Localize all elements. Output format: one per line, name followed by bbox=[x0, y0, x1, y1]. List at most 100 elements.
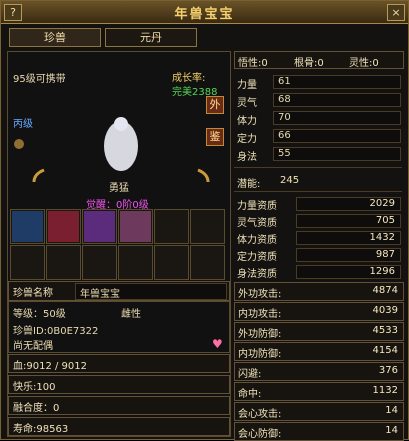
skill-slot-2[interactable] bbox=[46, 209, 81, 244]
attr-value-2: 68 bbox=[278, 94, 291, 105]
pet-name-input[interactable]: 年兽宝宝 bbox=[75, 283, 227, 300]
apt-value-3: 1432 bbox=[369, 232, 395, 243]
combat-label-7: 会心攻击: bbox=[238, 409, 282, 420]
pet-portrait bbox=[98, 112, 144, 180]
fusion-row: 融合度：0 bbox=[8, 396, 230, 415]
tab-pet[interactable]: 珍兽 bbox=[9, 28, 101, 47]
skill-slot-3[interactable] bbox=[82, 209, 117, 244]
lifespan-value: 寿命:98563 bbox=[13, 424, 69, 435]
attr-box-1: 61 bbox=[273, 75, 401, 89]
attr-box-4: 66 bbox=[273, 129, 401, 143]
happy-value: 快乐:100 bbox=[13, 382, 56, 393]
temperament: 勇猛 bbox=[109, 183, 129, 194]
combat-row-4: 内功防御: 4154 bbox=[234, 342, 404, 361]
combat-value-5: 376 bbox=[378, 365, 398, 376]
right-panel: 悟性:0 根骨:0 灵性:0 力量 61 灵气 68 体力 70 定力 66 身… bbox=[234, 51, 404, 441]
apt-value-2: 705 bbox=[375, 215, 395, 226]
skill-slot-12[interactable] bbox=[190, 245, 225, 280]
apt-box-3: 1432 bbox=[296, 231, 401, 245]
skill-slot-9[interactable] bbox=[82, 245, 117, 280]
attr-value-4: 66 bbox=[278, 130, 291, 141]
combat-row-8: 会心防御: 14 bbox=[234, 422, 404, 441]
hat-icon bbox=[14, 139, 24, 149]
attr-box-3: 70 bbox=[273, 111, 401, 125]
genggu-stat: 根骨:0 bbox=[294, 58, 324, 69]
close-button[interactable]: × bbox=[387, 4, 405, 21]
attr-label-3: 体力 bbox=[237, 116, 257, 127]
apt-label-5: 身法资质 bbox=[237, 269, 277, 280]
level-carry: 95级可携带 bbox=[13, 74, 66, 85]
rotate-right-icon[interactable] bbox=[194, 168, 210, 184]
outer-button[interactable]: 外 bbox=[206, 96, 224, 114]
combat-label-6: 命中: bbox=[238, 389, 262, 400]
skill-slot-1[interactable] bbox=[10, 209, 45, 244]
skill-icon-2 bbox=[48, 211, 79, 242]
skill-slot-10[interactable] bbox=[118, 245, 153, 280]
lifespan-row: 寿命:98563 bbox=[8, 417, 230, 436]
combat-row-5: 闪避: 376 bbox=[234, 362, 404, 381]
attr-label-5: 身法 bbox=[237, 152, 257, 163]
combat-value-7: 14 bbox=[385, 405, 398, 416]
wuxing-stat: 悟性:0 bbox=[238, 58, 268, 69]
attr-label-4: 定力 bbox=[237, 134, 257, 145]
pet-window: ? 年兽宝宝 × 珍兽 元丹 95级可携带 成长率: 完美2388 丙级 勇猛 … bbox=[0, 0, 409, 441]
apt-box-1: 2029 bbox=[296, 197, 401, 211]
divider-1 bbox=[234, 167, 402, 168]
attr-label-1: 力量 bbox=[237, 80, 257, 91]
attr-box-5: 55 bbox=[273, 147, 401, 161]
skill-slot-11[interactable] bbox=[154, 245, 189, 280]
combat-value-2: 4039 bbox=[372, 305, 398, 316]
pet-level: 等级：50级 bbox=[13, 309, 66, 320]
attr-label-2: 灵气 bbox=[237, 98, 257, 109]
apt-value-5: 1296 bbox=[369, 266, 395, 277]
combat-row-2: 内功攻击: 4039 bbox=[234, 302, 404, 321]
skill-icon-4 bbox=[120, 211, 151, 242]
happy-row: 快乐:100 bbox=[8, 375, 230, 394]
combat-row-6: 命中: 1132 bbox=[234, 382, 404, 401]
hp-row: 血:9012 / 9012 bbox=[8, 354, 230, 373]
combat-label-2: 内功攻击: bbox=[238, 309, 282, 320]
pet-grade: 丙级 bbox=[13, 119, 33, 130]
apt-label-1: 力量资质 bbox=[237, 201, 277, 212]
potential-label: 潜能: bbox=[237, 179, 261, 190]
skill-slot-4[interactable] bbox=[118, 209, 153, 244]
window-title: 年兽宝宝 bbox=[174, 7, 235, 22]
skill-slot-5[interactable] bbox=[154, 209, 189, 244]
skill-slot-8[interactable] bbox=[46, 245, 81, 280]
combat-row-3: 外功防御: 4533 bbox=[234, 322, 404, 341]
combat-value-1: 4874 bbox=[372, 285, 398, 296]
apt-label-2: 灵气资质 bbox=[237, 218, 277, 229]
combat-value-3: 4533 bbox=[372, 325, 398, 336]
skill-icon-1 bbox=[12, 211, 43, 242]
appraise-button[interactable]: 鉴 bbox=[206, 128, 224, 146]
pet-name-row: 珍兽名称 年兽宝宝 bbox=[8, 281, 230, 301]
skill-slot-7[interactable] bbox=[10, 245, 45, 280]
combat-label-5: 闪避: bbox=[238, 369, 262, 380]
attr-value-1: 61 bbox=[278, 76, 291, 87]
apt-box-5: 1296 bbox=[296, 265, 401, 279]
pet-spouse: 尚无配偶 bbox=[13, 341, 53, 352]
attr-value-3: 70 bbox=[278, 112, 291, 123]
left-panel: 95级可携带 成长率: 完美2388 丙级 勇猛 觉醒：0阶0级 外 鉴 珍兽名… bbox=[7, 51, 231, 437]
tab-yuandan[interactable]: 元丹 bbox=[105, 28, 197, 47]
combat-label-3: 外功防御: bbox=[238, 329, 282, 340]
apt-label-4: 定力资质 bbox=[237, 252, 277, 263]
combat-row-1: 外功攻击: 4874 bbox=[234, 282, 404, 301]
pet-figure-icon bbox=[104, 117, 138, 171]
pet-name-label: 珍兽名称 bbox=[13, 288, 53, 299]
heart-icon: ♥ bbox=[212, 337, 223, 351]
skill-icon-3 bbox=[84, 211, 115, 242]
pet-gender: 雌性 bbox=[121, 309, 141, 320]
combat-label-8: 会心防御: bbox=[238, 429, 282, 440]
rotate-left-icon[interactable] bbox=[32, 168, 48, 184]
divider-2 bbox=[234, 191, 402, 192]
skill-slot-6[interactable] bbox=[190, 209, 225, 244]
apt-box-4: 987 bbox=[296, 248, 401, 262]
apt-label-3: 体力资质 bbox=[237, 235, 277, 246]
combat-label-4: 内功防御: bbox=[238, 349, 282, 360]
title-bar[interactable]: ? 年兽宝宝 × bbox=[1, 1, 408, 24]
growth-label: 成长率: bbox=[172, 73, 206, 84]
apt-value-1: 2029 bbox=[369, 198, 395, 209]
combat-value-4: 4154 bbox=[372, 345, 398, 356]
combat-value-6: 1132 bbox=[372, 385, 398, 396]
